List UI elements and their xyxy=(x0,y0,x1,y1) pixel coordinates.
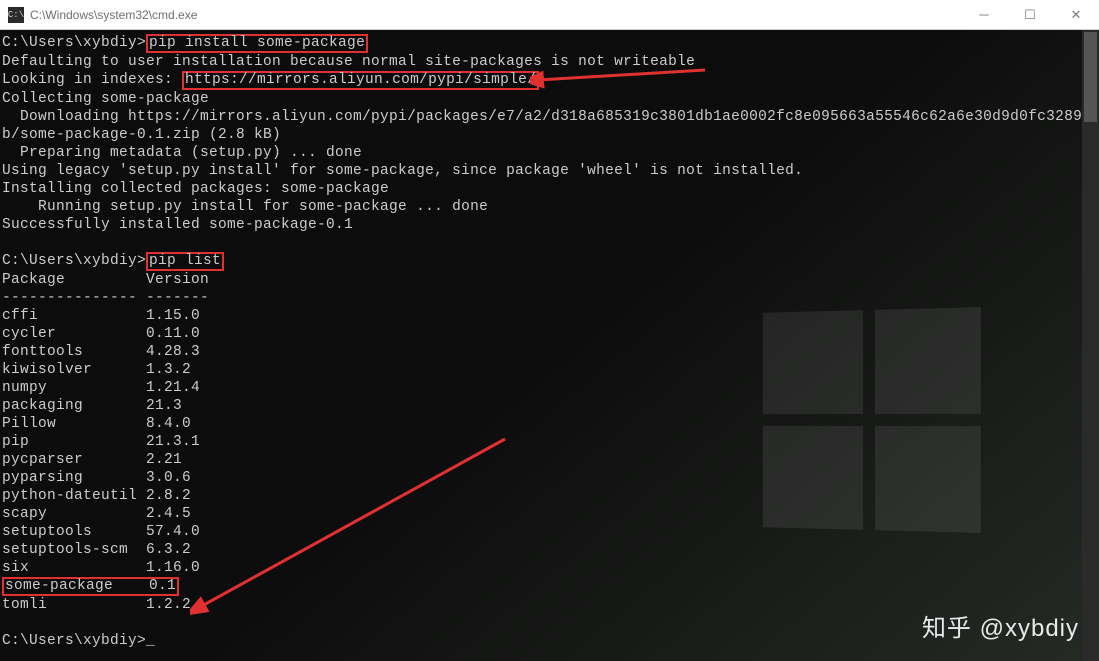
prompt-line-2: C:\Users\xybdiy>pip list xyxy=(2,252,1097,271)
table-row: pyparsing 3.0.6 xyxy=(2,469,200,487)
table-row: cycler 0.11.0 xyxy=(2,325,200,343)
terminal-body[interactable]: C:\Users\xybdiy>pip install some-package… xyxy=(0,30,1099,661)
windows-logo-watermark xyxy=(763,307,981,533)
output-line: Successfully installed some-package-0.1 xyxy=(2,216,1097,234)
output-line: Defaulting to user installation because … xyxy=(2,53,1097,71)
cmd-icon: C:\ xyxy=(8,7,24,23)
table-row: fonttools 4.28.3 xyxy=(2,343,200,361)
table-row: pip 21.3.1 xyxy=(2,433,200,451)
output-line: Preparing metadata (setup.py) ... done xyxy=(2,144,1097,162)
maximize-button[interactable]: ☐ xyxy=(1007,0,1053,30)
output-line: Collecting some-package xyxy=(2,90,1097,108)
output-line: Downloading https://mirrors.aliyun.com/p… xyxy=(2,108,1097,126)
output-line: Running setup.py install for some-packag… xyxy=(2,198,1097,216)
minimize-button[interactable]: ─ xyxy=(961,0,1007,30)
output-line: Installing collected packages: some-pack… xyxy=(2,180,1097,198)
watermark-text: 知乎 @xybdiy xyxy=(922,608,1079,643)
table-row: packaging 21.3 xyxy=(2,397,200,415)
table-row: six 1.16.0 xyxy=(2,559,200,577)
table-row: cffi 1.15.0 xyxy=(2,307,200,325)
table-row: tomli 1.2.2 xyxy=(2,596,200,614)
blank-line xyxy=(2,234,1097,252)
close-button[interactable]: ✕ xyxy=(1053,0,1099,30)
prompt-line-1: C:\Users\xybdiy>pip install some-package xyxy=(2,34,1097,53)
table-row: scapy 2.4.5 xyxy=(2,505,200,523)
table-row: pycparser 2.21 xyxy=(2,451,200,469)
highlight-some-package: some-package 0.1 xyxy=(2,577,179,596)
table-row: setuptools-scm 6.3.2 xyxy=(2,541,200,559)
package-table: cffi 1.15.0cycler 0.11.0fonttools 4.28.3… xyxy=(2,307,200,614)
table-row: kiwisolver 1.3.2 xyxy=(2,361,200,379)
output-line: b/some-package-0.1.zip (2.8 kB) xyxy=(2,126,1097,144)
table-row: numpy 1.21.4 xyxy=(2,379,200,397)
highlight-index-url: https://mirrors.aliyun.com/pypi/simple/ xyxy=(182,71,539,90)
arrow-annotation-2 xyxy=(190,435,510,615)
window-titlebar: C:\ C:\Windows\system32\cmd.exe ─ ☐ ✕ xyxy=(0,0,1099,30)
pkg-header: Package Version xyxy=(2,271,1097,289)
table-row: setuptools 57.4.0 xyxy=(2,523,200,541)
output-line: Using legacy 'setup.py install' for some… xyxy=(2,162,1097,180)
window-title: C:\Windows\system32\cmd.exe xyxy=(30,8,197,22)
highlight-list-cmd: pip list xyxy=(146,252,224,271)
table-row: Pillow 8.4.0 xyxy=(2,415,200,433)
highlight-install-cmd: pip install some-package xyxy=(146,34,368,53)
window-controls: ─ ☐ ✕ xyxy=(961,0,1099,30)
scrollbar-thumb[interactable] xyxy=(1084,32,1097,122)
pkg-divider: --------------- ------- xyxy=(2,289,1097,307)
table-row: some-package 0.1 xyxy=(2,577,200,596)
output-index-line: Looking in indexes: https://mirrors.aliy… xyxy=(2,71,1097,90)
table-row: python-dateutil 2.8.2 xyxy=(2,487,200,505)
